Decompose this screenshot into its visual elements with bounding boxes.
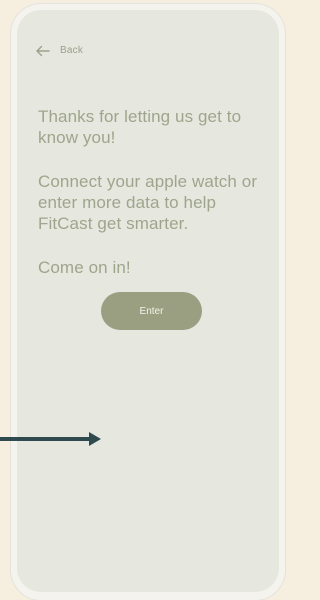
back-label: Back (60, 44, 84, 56)
welcome-message: Come on in! (38, 258, 131, 277)
thanks-message: Thanks for letting us get to know you! (38, 107, 242, 147)
back-button[interactable]: Back (35, 42, 83, 58)
enter-button[interactable]: Enter (101, 292, 202, 330)
page-stage: Back Thanks for letting us get to know y… (0, 0, 286, 600)
arrow-left-icon (35, 44, 50, 57)
connect-message: Connect your apple watch or enter more d… (38, 172, 258, 233)
arrow-right-icon (0, 432, 101, 446)
